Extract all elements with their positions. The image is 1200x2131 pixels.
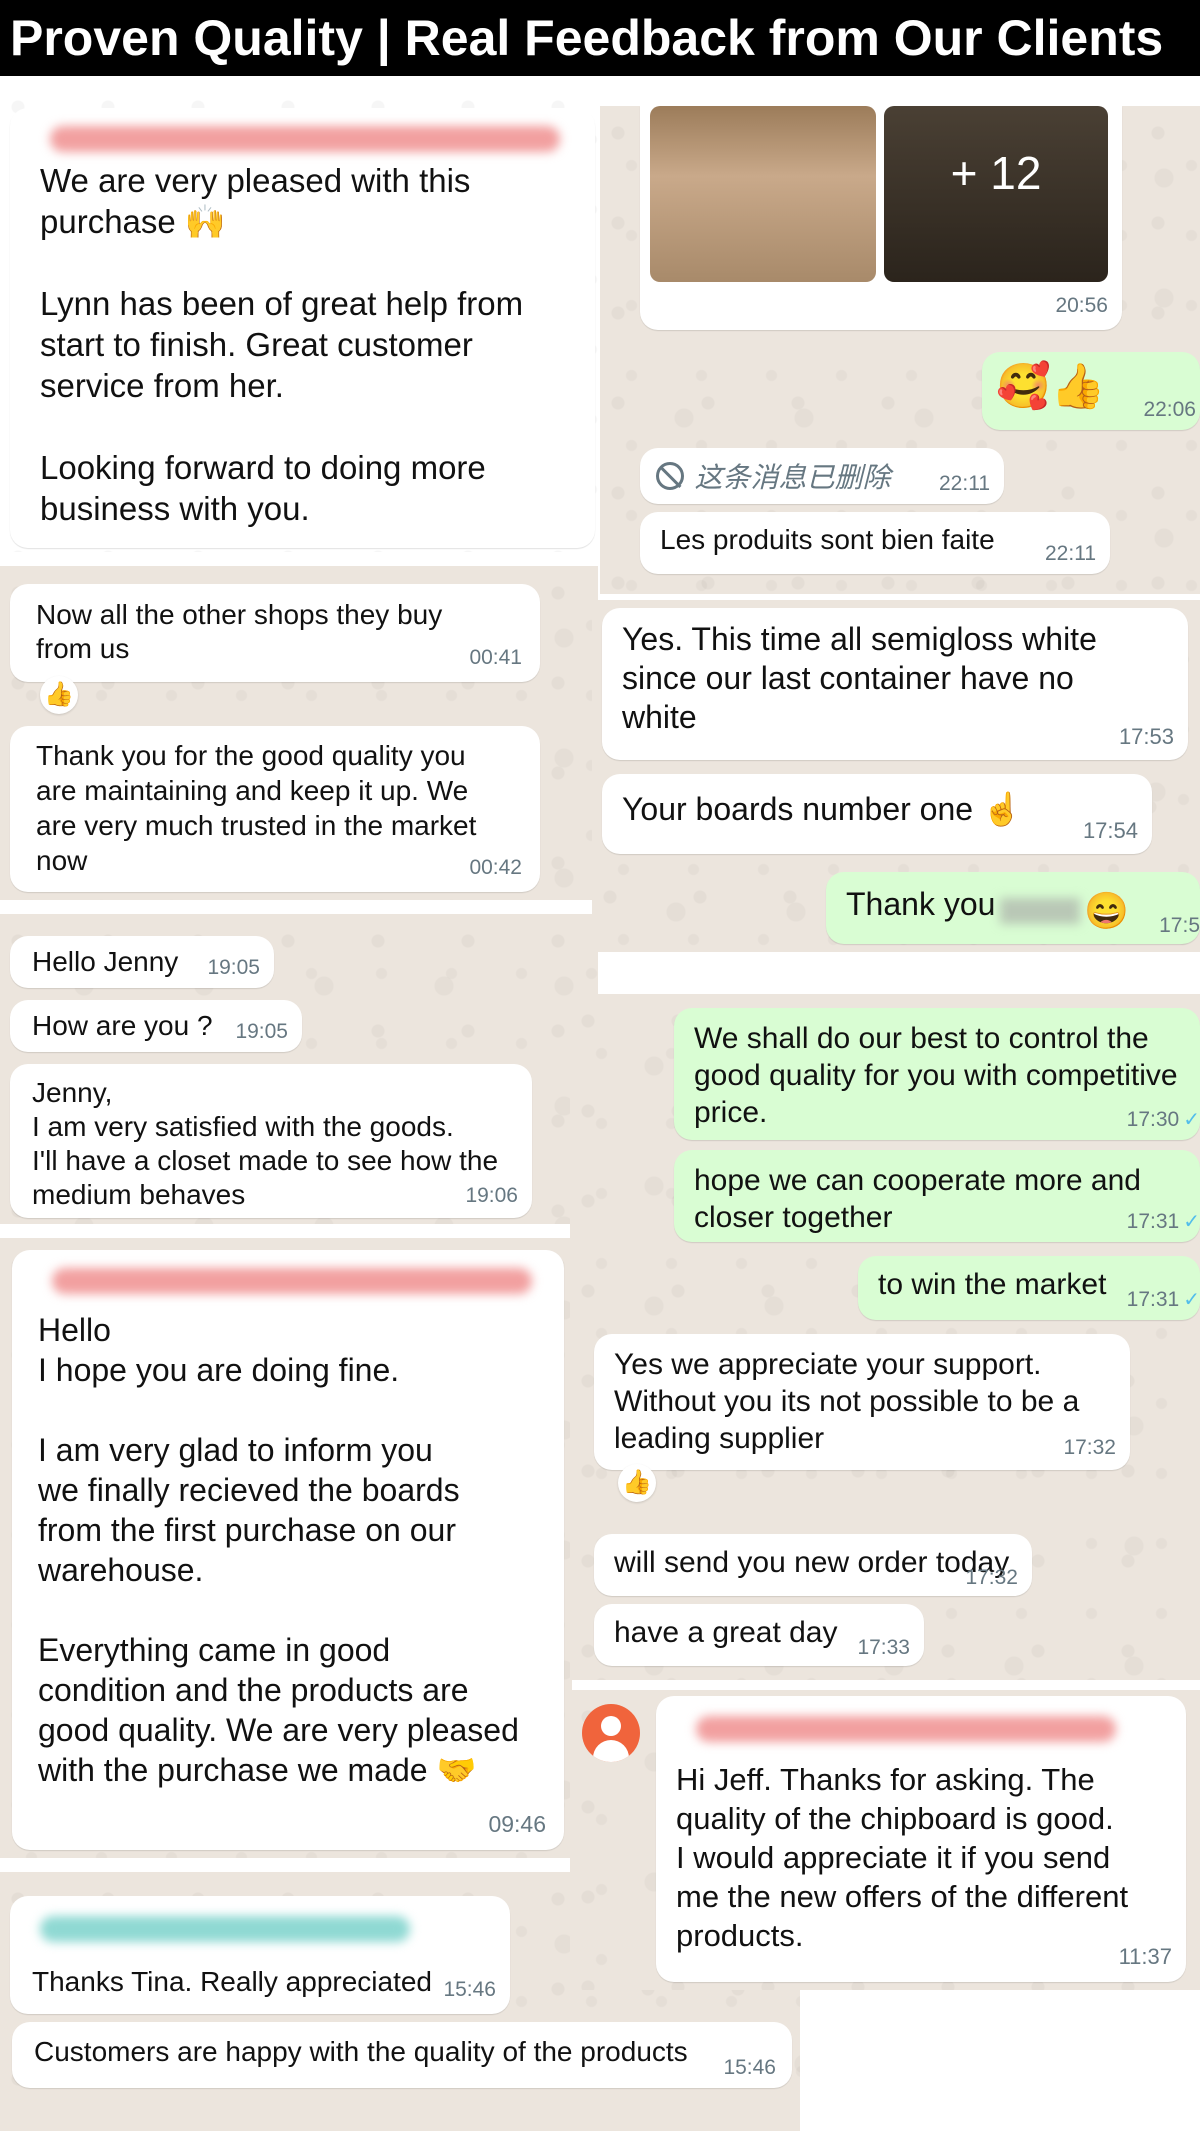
photo-message[interactable]: + 12 20:56 (640, 106, 1122, 330)
message-time: 09:46 (488, 1811, 546, 1837)
blurred-name (999, 897, 1080, 924)
message-time: 20:56 (1055, 294, 1108, 317)
message-time: 11:37 (1118, 1944, 1172, 1969)
prohibited-icon (656, 462, 684, 490)
message-text: Thanks Tina. Really appreciated (32, 1966, 432, 1997)
message-time: 00:41 (469, 646, 522, 669)
message-text: Yes. This time all semigloss white since… (622, 621, 1097, 735)
message-time: 19:05 (235, 1020, 288, 1043)
message-bubble[interactable]: Jenny, I am very satisfied with the good… (10, 1064, 532, 1218)
avatar-icon[interactable] (582, 1704, 640, 1762)
message-text: will send you new order today (614, 1546, 1010, 1579)
message-time: 17:32 (1063, 1436, 1116, 1459)
message-bubble[interactable]: Your boards number one ☝️ 17:54 (602, 774, 1152, 854)
message-bubble[interactable]: We are very pleased with this purchase 🙌… (10, 108, 595, 548)
message-text: Thank you (846, 886, 996, 922)
message-bubble[interactable]: have a great day 17:33 (594, 1604, 924, 1666)
message-bubble[interactable]: How are you ? 19:05 (10, 1000, 302, 1052)
blurred-sender-name (50, 126, 560, 152)
message-bubble[interactable]: Thank you 😄 17:5 (826, 872, 1200, 944)
emoji-message: 🥰👍 (996, 362, 1106, 411)
message-time: 17:32 (965, 1566, 1018, 1589)
message-time: 22:11 (939, 472, 990, 495)
banner-title: Proven Quality | Real Feedback from Our … (0, 0, 1200, 76)
chat-panel-4: Hello I hope you are doing fine. I am ve… (0, 1238, 572, 1858)
message-bubble[interactable]: Hello I hope you are doing fine. I am ve… (12, 1250, 564, 1850)
blurred-sender-name (696, 1716, 1116, 1742)
message-time: 17:33 (857, 1636, 910, 1659)
chat-panel-r3: We shall do our best to control the good… (570, 994, 1200, 1680)
message-time: 17:31 ✓ (1126, 1210, 1200, 1233)
message-time: 15:46 (723, 2056, 776, 2079)
message-time: 15:46 (443, 1978, 496, 2001)
more-photos-count: + 12 (950, 147, 1042, 199)
message-bubble[interactable]: Thank you for the good quality you are m… (10, 726, 540, 892)
message-time: 22:06 (1143, 398, 1196, 421)
message-time: 17:54 (1082, 818, 1138, 843)
chat-panel-r2: Yes. This time all semigloss white since… (592, 600, 1200, 952)
message-bubble[interactable]: Hi Jeff. Thanks for asking. The quality … (656, 1696, 1186, 1982)
message-bubble[interactable]: Now all the other shops they buy from us… (10, 584, 540, 682)
photo-thumbnail[interactable] (650, 106, 876, 282)
message-bubble[interactable]: to win the market 17:31 ✓ (858, 1256, 1200, 1320)
chat-panel-2: Now all the other shops they buy from us… (0, 566, 598, 900)
message-text: Now all the other shops they buy from us (36, 599, 443, 664)
message-time: 19:05 (207, 956, 260, 979)
message-bubble[interactable]: 🥰👍 22:06 (982, 352, 1200, 430)
photo-thumbnail-more[interactable]: + 12 (884, 106, 1108, 282)
blurred-sender-name (52, 1268, 532, 1294)
double-check-icon: ✓ (1183, 1211, 1200, 1233)
reaction-badge[interactable]: 👍 (40, 676, 78, 714)
message-bubble[interactable]: Customers are happy with the quality of … (12, 2022, 792, 2088)
message-bubble[interactable]: hope we can cooperate more and closer to… (674, 1150, 1200, 1242)
message-text: How are you ? (32, 1010, 213, 1041)
message-text: have a great day (614, 1616, 838, 1649)
message-bubble[interactable]: will send you new order today 17:32 (594, 1534, 1032, 1596)
message-bubble[interactable]: Yes. This time all semigloss white since… (602, 608, 1188, 760)
chat-panel-r1: + 12 20:56 🥰👍 22:06 这条消息已删除 22:11 Les pr… (600, 106, 1200, 594)
message-text: Your boards number one ☝️ (622, 791, 1022, 827)
message-bubble[interactable]: Yes we appreciate your support. Without … (594, 1334, 1130, 1470)
message-bubble[interactable]: Les produits sont bien faite 22:11 (640, 512, 1110, 574)
message-text: Hello I hope you are doing fine. I am ve… (38, 1312, 519, 1788)
chat-panel-1: We are very pleased with this purchase 🙌… (0, 80, 598, 552)
deleted-text: 这条消息已删除 (694, 462, 891, 493)
message-text: Jenny, I am very satisfied with the good… (32, 1077, 499, 1210)
message-text: Thank you for the good quality you are m… (36, 740, 477, 876)
message-text: Hi Jeff. Thanks for asking. The quality … (676, 1762, 1129, 1953)
double-check-icon: ✓ (1183, 1109, 1200, 1131)
blurred-sender-name (40, 1916, 410, 1942)
message-text: We shall do our best to control the good… (694, 1022, 1178, 1129)
message-text: We are very pleased with this purchase 🙌… (40, 162, 524, 527)
double-check-icon: ✓ (1183, 1289, 1200, 1311)
chat-panel-r4: Hi Jeff. Thanks for asking. The quality … (570, 1690, 1200, 1990)
message-time: 22:11 (1045, 542, 1096, 565)
message-bubble[interactable]: We shall do our best to control the good… (674, 1008, 1200, 1140)
message-text: Yes we appreciate your support. Without … (614, 1348, 1080, 1455)
message-bubble[interactable]: Thanks Tina. Really appreciated 15:46 (10, 1896, 510, 2014)
deleted-message[interactable]: 这条消息已删除 22:11 (640, 448, 1004, 504)
message-text: Hello Jenny (32, 946, 179, 977)
message-text: hope we can cooperate more and closer to… (694, 1164, 1141, 1234)
message-time: 17:53 (1118, 724, 1174, 749)
message-time: 17:5 (1159, 914, 1200, 937)
chat-panel-3: Hello Jenny 19:05 How are you ? 19:05 Je… (0, 914, 598, 1224)
message-text: Les produits sont bien faite (660, 524, 995, 555)
message-bubble[interactable]: Hello Jenny 19:05 (10, 936, 274, 988)
message-text: to win the market (878, 1268, 1107, 1301)
message-time: 17:31 ✓ (1126, 1288, 1200, 1311)
grinning-emoji: 😄 (1084, 889, 1130, 931)
message-time: 00:42 (469, 856, 522, 879)
message-time: 19:06 (465, 1184, 518, 1207)
reaction-badge[interactable]: 👍 (618, 1464, 656, 1502)
message-time: 17:30 ✓ (1126, 1108, 1200, 1131)
message-text: Customers are happy with the quality of … (34, 2036, 688, 2067)
